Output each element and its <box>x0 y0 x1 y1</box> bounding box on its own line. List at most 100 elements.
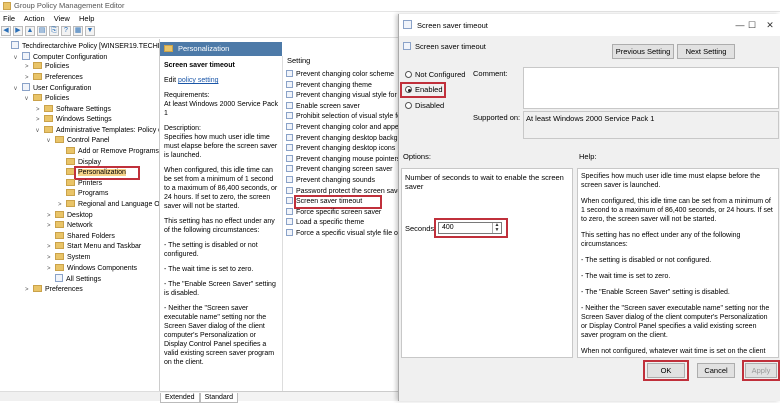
help-icon[interactable]: ? <box>61 26 71 36</box>
setting-label: Prevent changing color and appea <box>296 124 400 131</box>
expand-toggle-icon[interactable]: > <box>47 264 55 274</box>
tree-item[interactable]: > Preferences <box>25 284 83 295</box>
setting-row[interactable]: Load a specific theme <box>286 218 364 228</box>
menu-file[interactable]: File <box>3 14 15 23</box>
tree-item[interactable]: > Network <box>47 221 93 231</box>
expand-toggle-icon[interactable]: > <box>25 62 33 72</box>
tree-item[interactable]: > Preferences <box>25 72 83 83</box>
tree-item[interactable]: Add or Remove Programs <box>58 147 159 157</box>
expand-toggle-icon[interactable]: v <box>36 126 44 136</box>
tree-item[interactable]: Techdirectarchive Policy [WINSER19.TECHD… <box>3 41 159 51</box>
setting-label: Prevent changing sounds <box>296 177 375 184</box>
expand-toggle-icon[interactable]: > <box>47 211 55 221</box>
up-folder-icon[interactable]: ▲ <box>25 26 35 36</box>
expand-toggle-icon[interactable]: > <box>58 200 66 210</box>
maximize-icon[interactable]: ☐ <box>745 18 759 32</box>
setting-row[interactable]: Prevent changing color and appea <box>286 123 400 133</box>
setting-row[interactable]: Screen saver timeout <box>286 195 382 210</box>
export-icon[interactable]: ⎘ <box>49 26 59 36</box>
expand-toggle-icon[interactable]: v <box>14 53 22 63</box>
setting-row[interactable]: Prevent changing sounds <box>286 176 375 186</box>
tree-scrollbar[interactable] <box>0 391 160 401</box>
setting-row[interactable]: Prevent changing visual style for w <box>286 91 400 101</box>
setting-row[interactable]: Prevent changing screen saver <box>286 165 393 175</box>
folder-icon <box>55 221 64 229</box>
expand-toggle-icon[interactable]: > <box>36 115 44 125</box>
edit-policy-link[interactable]: policy setting <box>178 77 218 84</box>
previous-setting-button[interactable]: Previous Setting <box>612 44 674 59</box>
expand-toggle-icon[interactable]: v <box>14 84 22 94</box>
policy-setting-icon <box>286 70 293 77</box>
folder-icon <box>66 147 75 154</box>
properties-icon[interactable]: ▦ <box>73 26 83 36</box>
policy-setting-icon <box>286 218 293 226</box>
setting-row[interactable]: Force specific screen saver <box>286 207 381 218</box>
tree-item[interactable]: Shared Folders <box>47 231 115 242</box>
tree-item[interactable]: Personalization <box>58 166 140 181</box>
filter-icon[interactable]: ▼ <box>85 26 95 36</box>
expand-toggle-icon[interactable]: > <box>25 73 33 83</box>
expand-toggle-icon[interactable]: > <box>25 285 33 295</box>
tree-item[interactable]: v Control Panel <box>47 136 109 146</box>
tree-item[interactable]: > Start Menu and Taskbar <box>47 242 141 252</box>
radio-circle <box>405 102 412 109</box>
tree-item[interactable]: > Desktop <box>47 210 93 221</box>
tree-item[interactable]: v User Configuration <box>14 83 91 93</box>
description-paragraph: - The wait time is set to zero. <box>164 266 254 273</box>
console-tree: Techdirectarchive Policy [WINSER19.TECHD… <box>0 39 160 391</box>
menu-action[interactable]: Action <box>24 14 45 23</box>
setting-label: Prevent changing screen saver <box>296 166 393 174</box>
settings-column-header[interactable]: Setting <box>287 56 310 65</box>
description-paragraph: - The setting is disabled or not configu… <box>164 242 258 258</box>
tree-item[interactable]: v Administrative Templates: Policy def <box>36 125 159 136</box>
tree-item[interactable]: Programs <box>58 189 108 199</box>
cancel-button[interactable]: Cancel <box>697 363 735 378</box>
tree-item[interactable]: > Software Settings <box>36 104 111 115</box>
expand-toggle-icon[interactable]: > <box>47 242 55 252</box>
setting-row[interactable]: Force a specific visual style file or f <box>286 229 400 239</box>
tree-item[interactable]: v Policies <box>25 94 69 104</box>
radio-not-configured[interactable]: Not Configured <box>405 70 465 80</box>
comment-textarea[interactable] <box>523 67 779 109</box>
setting-row[interactable]: Prevent changing theme <box>286 80 372 91</box>
tree-item[interactable]: > System <box>47 253 90 263</box>
expand-toggle-icon[interactable]: v <box>47 136 55 146</box>
tree-item[interactable]: All Settings <box>47 274 101 284</box>
next-setting-button[interactable]: Next Setting <box>677 44 735 59</box>
tree-item-label: Add or Remove Programs <box>78 148 159 155</box>
tree-item[interactable]: Printers <box>58 178 102 189</box>
expand-toggle-icon[interactable]: > <box>47 221 55 231</box>
help-paragraph: - The "Enable Screen Saver" setting is d… <box>581 289 730 296</box>
radio-disabled[interactable]: Disabled <box>405 101 444 111</box>
description-paragraph: When configured, this idle time can be s… <box>164 167 278 210</box>
expand-toggle-icon[interactable]: > <box>36 105 44 115</box>
edit-policy-line: Edit policy setting <box>164 76 280 85</box>
setting-row[interactable]: Prohibit selection of visual style fo <box>286 112 400 122</box>
menu-view[interactable]: View <box>54 14 70 23</box>
forward-icon[interactable]: ▶ <box>13 26 23 36</box>
help-paragraph: Specifies how much user idle time must e… <box>581 173 760 189</box>
tree-item[interactable]: > Policies <box>25 62 69 72</box>
setting-row[interactable]: Prevent changing desktop backgro <box>286 133 400 144</box>
setting-row[interactable]: Prevent changing mouse pointers <box>286 154 400 165</box>
tree-item-label: All Settings <box>66 276 102 284</box>
tree-item[interactable]: > Regional and Language Optic <box>58 200 159 210</box>
tab-extended[interactable]: Extended <box>160 393 200 403</box>
window-title: Group Policy Management Editor <box>14 1 125 10</box>
menu-help[interactable]: Help <box>79 14 94 23</box>
tree-item[interactable]: > Windows Settings <box>36 115 112 125</box>
expand-toggle-icon[interactable]: > <box>47 253 55 263</box>
back-icon[interactable]: ◀ <box>1 26 11 36</box>
show-tree-icon[interactable]: ▤ <box>37 26 47 36</box>
setting-row[interactable]: Enable screen saver <box>286 101 360 112</box>
tree-item[interactable]: > Windows Components <box>47 263 137 274</box>
policy-icon <box>403 20 412 29</box>
setting-row[interactable]: Prevent changing desktop icons <box>286 144 395 154</box>
option-description: Number of seconds to wait to enable the … <box>405 173 564 191</box>
close-icon[interactable]: ✕ <box>763 18 777 32</box>
setting-row[interactable]: Prevent changing color scheme <box>286 70 394 80</box>
help-paragraph: - The wait time is set to zero. <box>581 273 671 280</box>
tab-standard[interactable]: Standard <box>199 393 239 403</box>
expand-toggle-icon[interactable]: v <box>25 94 33 104</box>
tree-item[interactable]: v Computer Configuration <box>14 51 107 63</box>
